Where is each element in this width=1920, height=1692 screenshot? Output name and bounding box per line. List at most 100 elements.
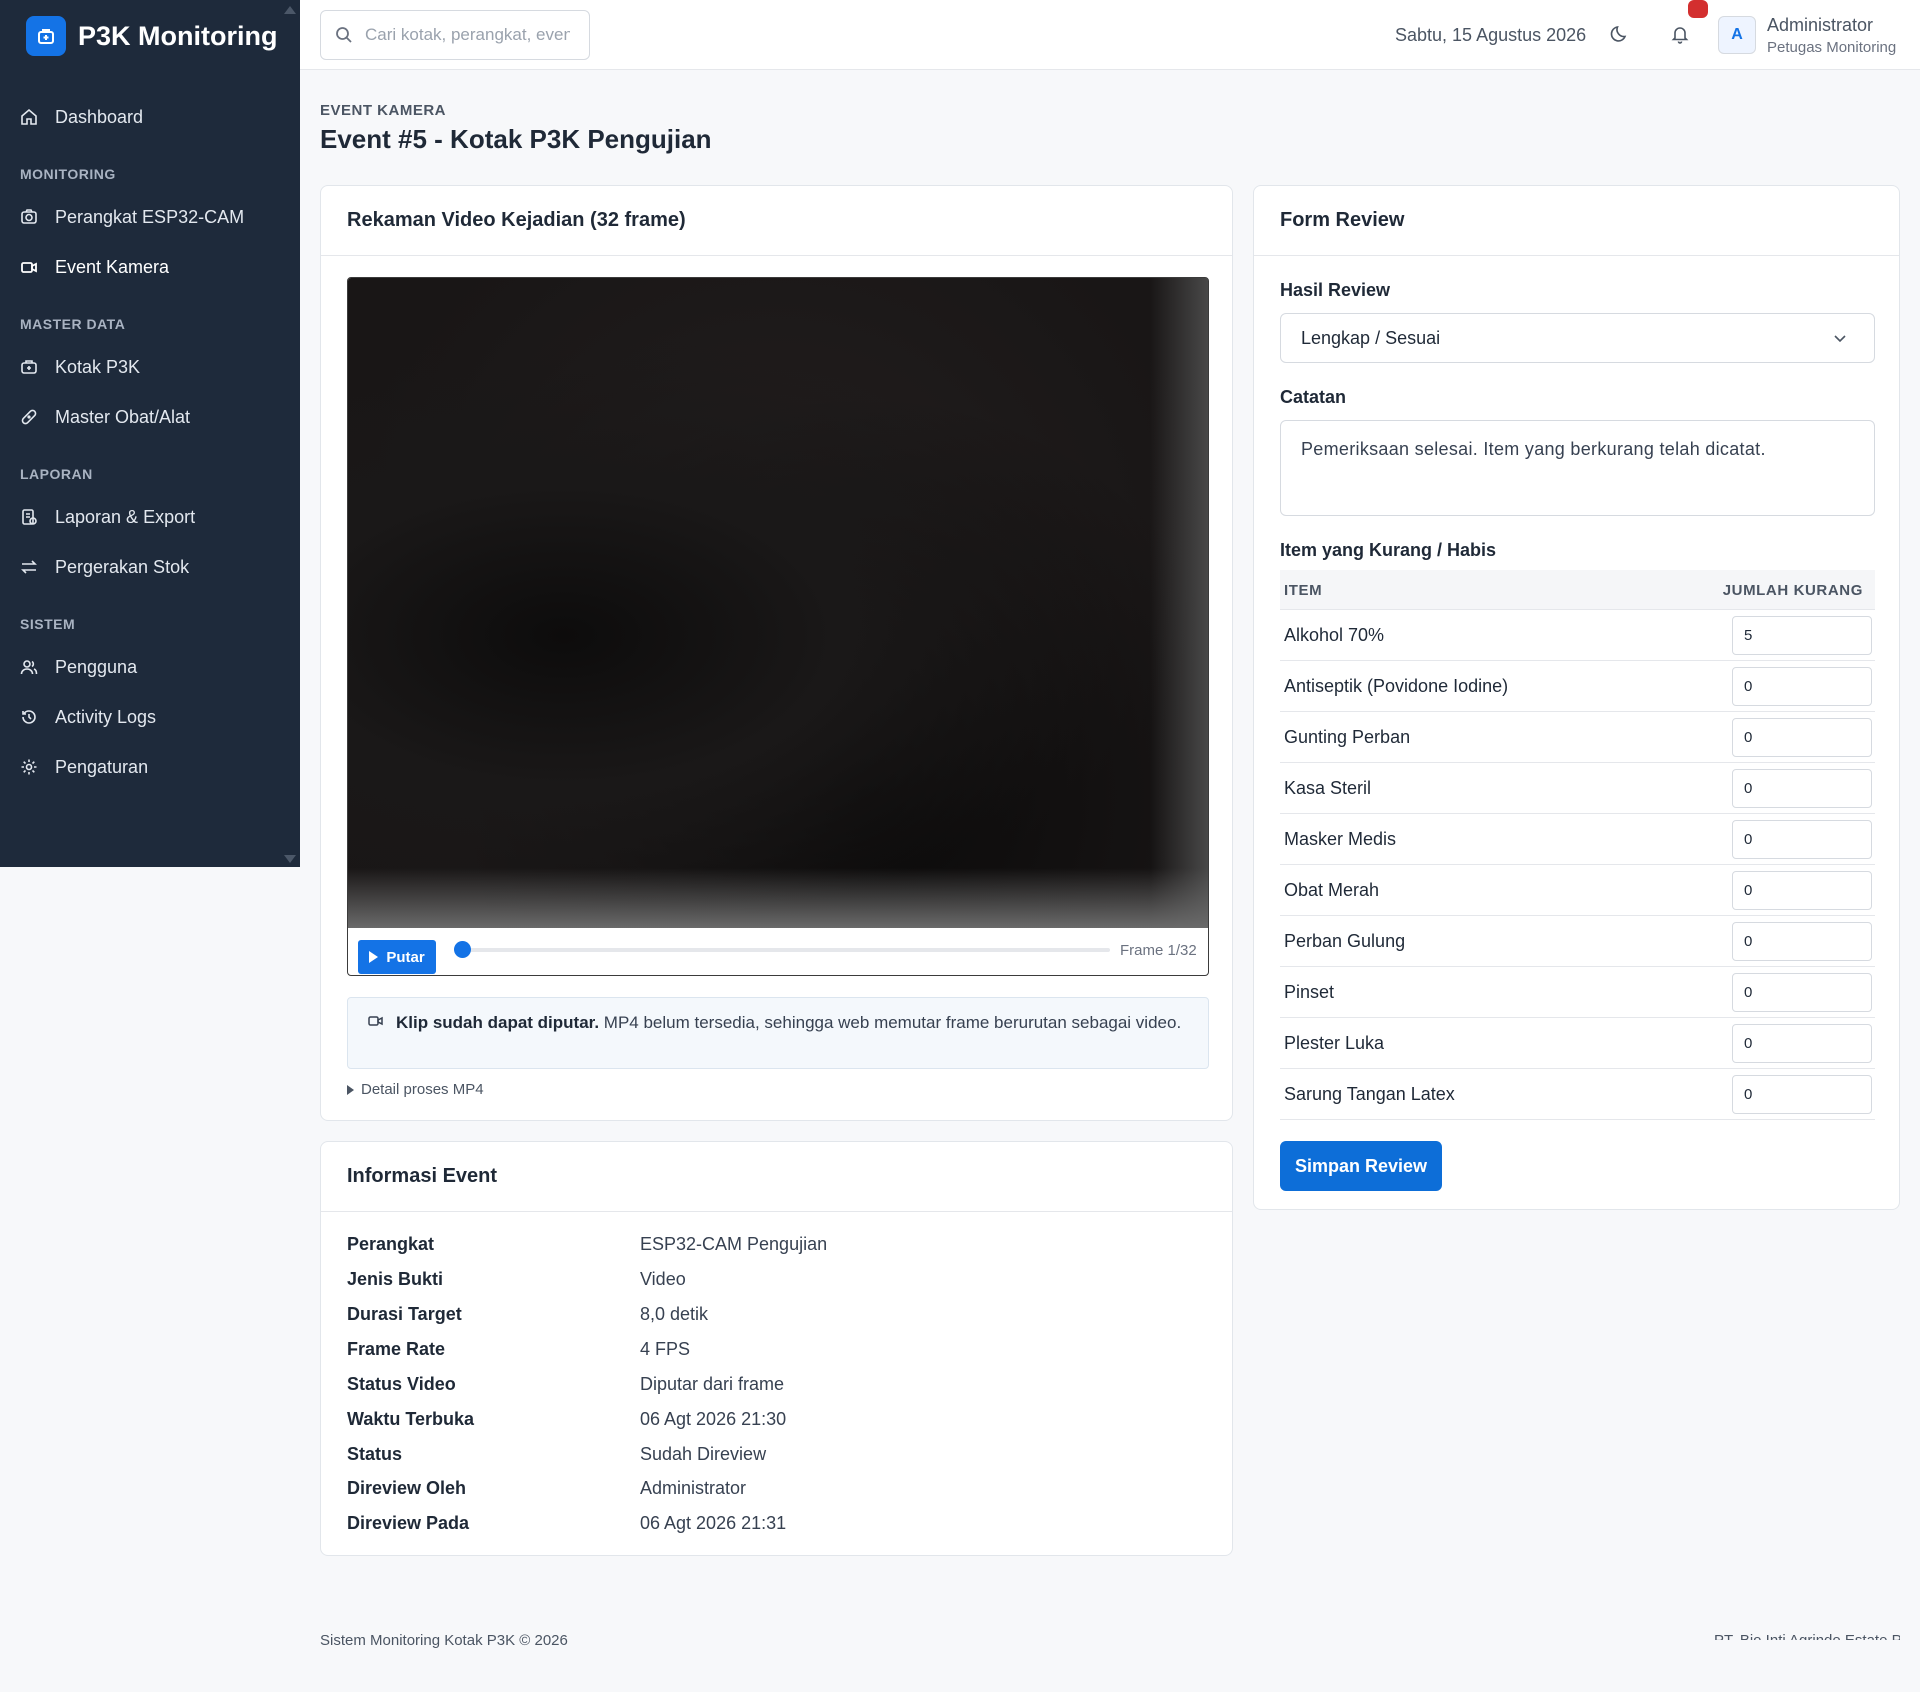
- quantity-input[interactable]: 0: [1732, 820, 1872, 859]
- sidebar-item-stock-movements[interactable]: Pergerakan Stok: [0, 542, 300, 592]
- brand[interactable]: P3K Monitoring: [0, 0, 300, 72]
- sidebar-item-label: Perangkat ESP32-CAM: [55, 206, 245, 227]
- info-value: Diputar dari frame: [640, 1374, 785, 1394]
- breadcrumb: EVENT KAMERA: [320, 102, 447, 119]
- video-camera-icon: [368, 1016, 383, 1026]
- table-row: Obat Merah 0: [1280, 865, 1875, 916]
- table-row: Plester Luka 0: [1280, 1018, 1875, 1069]
- sidebar-item-reports[interactable]: Laporan & Export: [0, 492, 300, 542]
- frame-counter: Frame 1/32: [1120, 942, 1197, 959]
- table-row: Alkohol 70% 5: [1280, 610, 1875, 661]
- first-aid-kit-icon: [26, 16, 66, 56]
- item-name: Alkohol 70%: [1284, 625, 1385, 645]
- info-value: ESP32-CAM Pengujian: [640, 1234, 828, 1254]
- search-input[interactable]: [365, 25, 570, 45]
- quantity-input[interactable]: 0: [1732, 1075, 1872, 1114]
- mp4-detail-toggle[interactable]: Detail proses MP4: [347, 1081, 484, 1098]
- info-value: 4 FPS: [640, 1339, 691, 1359]
- sidebar-nav: Dashboard MONITORING Perangkat ESP32-CAM…: [0, 92, 300, 792]
- event-info-card: Informasi Event Perangkat ESP32-CAM Pengu…: [320, 1141, 1233, 1556]
- frame-slider[interactable]: [454, 941, 1110, 958]
- dark-mode-toggle[interactable]: [1610, 24, 1630, 49]
- sidebar-item-label: Dashboard: [55, 106, 144, 127]
- sidebar-item-users[interactable]: Pengguna: [0, 642, 300, 692]
- item-name: Gunting Perban: [1284, 727, 1411, 747]
- note-text: MP4 belum tersedia, sehingga web memutar…: [599, 1013, 1182, 1032]
- user-name[interactable]: Administrator: [1767, 15, 1873, 36]
- sidebar-section-title: SISTEM: [20, 616, 76, 632]
- search-box[interactable]: [320, 10, 590, 60]
- quantity-input[interactable]: 5: [1732, 616, 1872, 655]
- review-form-title: Form Review: [1254, 186, 1899, 256]
- sidebar-item-settings[interactable]: Pengaturan: [0, 742, 300, 792]
- user-role: Petugas Monitoring: [1767, 39, 1897, 56]
- sidebar-item-dashboard[interactable]: Dashboard: [0, 92, 300, 142]
- sidebar-scroll-down-icon[interactable]: [284, 855, 296, 863]
- sidebar-item-activity-logs[interactable]: Activity Logs: [0, 692, 300, 742]
- item-name: Kasa Steril: [1284, 778, 1372, 798]
- sidebar-item-label: Master Obat/Alat: [55, 406, 191, 427]
- playback-info-note: Klip sudah dapat diputar. MP4 belum ters…: [347, 997, 1209, 1069]
- notes-textarea[interactable]: Pemeriksaan selesai. Item yang berkurang…: [1280, 420, 1875, 516]
- avatar[interactable]: A: [1718, 16, 1756, 54]
- notifications-button[interactable]: [1670, 24, 1690, 49]
- notes-label: Catatan: [1280, 387, 1347, 407]
- camera-icon: [21, 209, 37, 224]
- column-header-item: ITEM: [1284, 582, 1323, 599]
- sidebar-scroll-up-icon[interactable]: [284, 6, 296, 14]
- sidebar-item-devices[interactable]: Perangkat ESP32-CAM: [0, 192, 300, 242]
- sidebar-item-camera-events[interactable]: Event Kamera: [0, 242, 300, 292]
- video-card-title: Rekaman Video Kejadian (32 frame): [321, 186, 1232, 256]
- table-row: Antiseptik (Povidone Iodine) 0: [1280, 661, 1875, 712]
- quantity-input[interactable]: 0: [1732, 769, 1872, 808]
- info-label: Direview Pada: [347, 1513, 470, 1533]
- quantity-input[interactable]: 0: [1732, 922, 1872, 961]
- video-camera-icon: [21, 262, 37, 273]
- video-card: Rekaman Video Kejadian (32 frame) Putar …: [320, 185, 1233, 1121]
- info-value: 06 Agt 2026 21:31: [640, 1513, 787, 1533]
- footer-copyright: Sistem Monitoring Kotak P3K © 2026: [320, 1632, 568, 1649]
- review-form-card: Form Review Hasil Review Lengkap / Sesua…: [1253, 185, 1900, 1210]
- gear-icon: [21, 759, 37, 775]
- table-body: Alkohol 70% 5 Antiseptik (Povidone Iodine)…: [1280, 610, 1875, 1120]
- quantity-input[interactable]: 0: [1732, 871, 1872, 910]
- info-label: Status: [347, 1444, 403, 1464]
- table-row: Pinset 0: [1280, 967, 1875, 1018]
- info-value: Administrator: [640, 1478, 747, 1498]
- footer-company: PT. Bio Inti Agrindo Estate P: [1714, 1632, 1900, 1640]
- save-review-button[interactable]: Simpan Review: [1280, 1141, 1442, 1191]
- review-result-label: Hasil Review: [1280, 280, 1391, 300]
- play-button-label: Putar: [386, 948, 425, 966]
- sidebar-item-master-items[interactable]: Master Obat/Alat: [0, 392, 300, 442]
- sidebar-item-label: Kotak P3K: [55, 356, 141, 377]
- notification-badge: [1688, 0, 1708, 18]
- item-name: Sarung Tangan Latex: [1284, 1084, 1455, 1104]
- table-row: Perban Gulung 0: [1280, 916, 1875, 967]
- sidebar-section-title: MASTER DATA: [20, 316, 126, 332]
- quantity-input[interactable]: 0: [1732, 718, 1872, 757]
- quantity-input[interactable]: 0: [1732, 667, 1872, 706]
- note-bold-text: Klip sudah dapat diputar.: [396, 1013, 600, 1032]
- play-button[interactable]: Putar: [358, 940, 436, 974]
- sidebar-item-first-aid-box[interactable]: Kotak P3K: [0, 342, 300, 392]
- table-row: Masker Medis 0: [1280, 814, 1875, 865]
- play-icon: [369, 951, 379, 963]
- review-result-select[interactable]: Lengkap / Sesuai: [1280, 313, 1875, 363]
- table-header: ITEM JUMLAH KURANG: [1280, 570, 1875, 610]
- review-result-value: Lengkap / Sesuai: [1301, 327, 1441, 348]
- item-name: Masker Medis: [1284, 829, 1397, 849]
- info-label: Direview Oleh: [347, 1478, 467, 1498]
- video-player[interactable]: Putar Frame 1/32: [347, 277, 1209, 976]
- sidebar-item-label: Pengguna: [55, 656, 138, 677]
- table-row: Kasa Steril 0: [1280, 763, 1875, 814]
- quantity-input[interactable]: 0: [1732, 1024, 1872, 1063]
- info-value: 8,0 detik: [640, 1304, 709, 1324]
- frame-slider-thumb[interactable]: [454, 941, 471, 958]
- quantity-input[interactable]: 0: [1732, 973, 1872, 1012]
- sidebar: P3K Monitoring Dashboard MONITORING Pera…: [0, 0, 300, 867]
- item-name: Obat Merah: [1284, 880, 1380, 900]
- sidebar-item-label: Pengaturan: [55, 756, 149, 777]
- video-frame[interactable]: [348, 278, 1208, 928]
- home-icon: [21, 108, 37, 125]
- item-name: Plester Luka: [1284, 1033, 1385, 1053]
